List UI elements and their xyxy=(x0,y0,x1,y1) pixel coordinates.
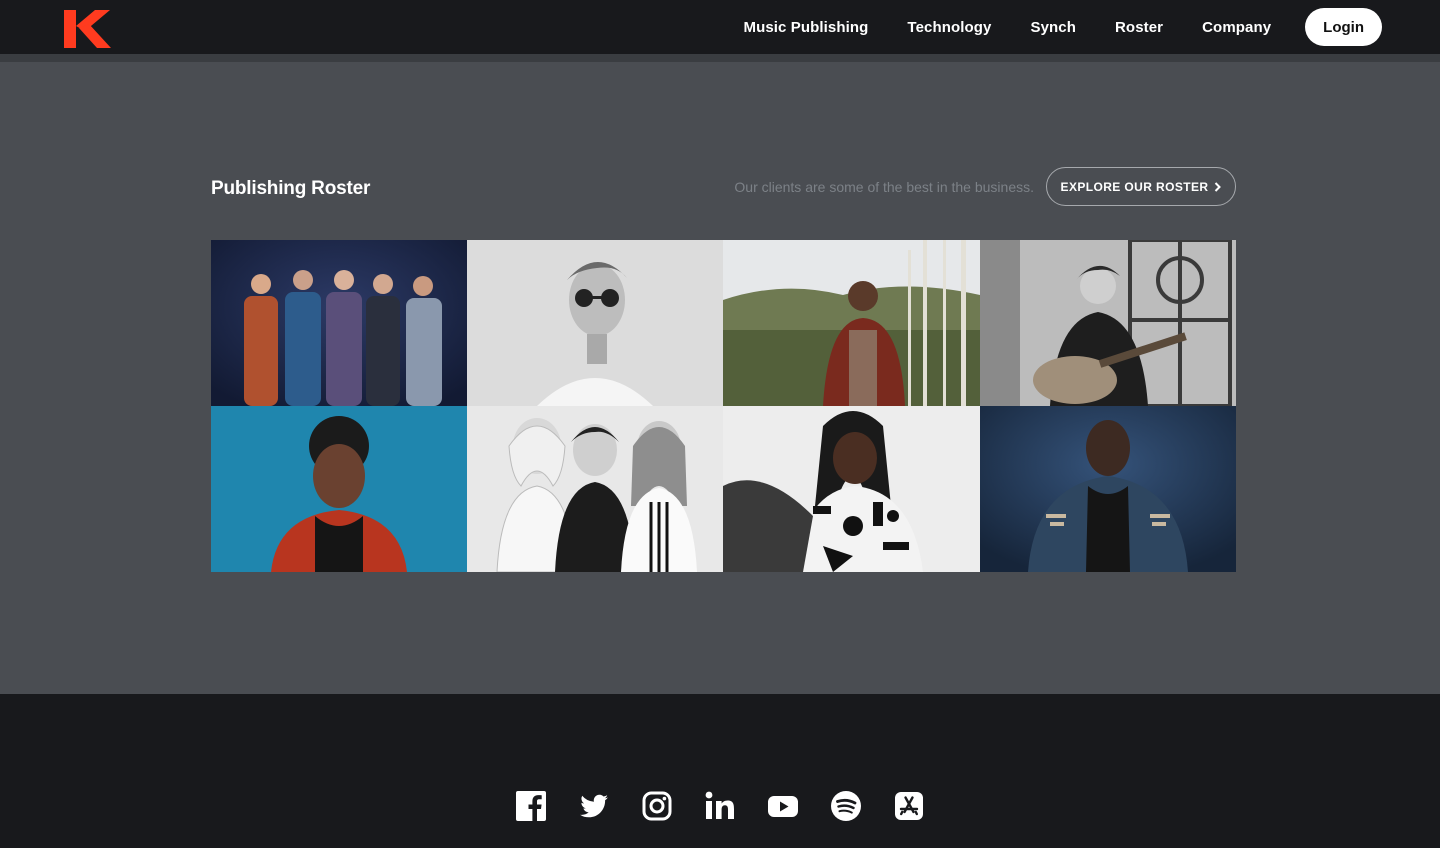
header-divider xyxy=(0,54,1440,62)
roster-photo-sunglasses-portrait[interactable] xyxy=(467,240,723,406)
roster-photo-band-group[interactable] xyxy=(211,240,467,406)
nav-synch[interactable]: Synch xyxy=(1030,19,1076,36)
roster-photo-patterned-dress-portrait[interactable] xyxy=(723,406,980,572)
roster-photo-denim-jacket-portrait[interactable] xyxy=(980,406,1236,572)
login-button[interactable]: Login xyxy=(1305,8,1382,46)
roster-photo-trio-portrait[interactable] xyxy=(467,406,723,572)
twitter-icon[interactable] xyxy=(578,790,610,822)
explore-roster-label: EXPLORE OUR ROSTER xyxy=(1060,179,1209,194)
app-store-icon[interactable] xyxy=(893,790,925,822)
roster-photo-grid xyxy=(211,240,1236,572)
nav-roster[interactable]: Roster xyxy=(1115,19,1163,36)
social-links xyxy=(515,790,925,822)
publishing-roster-section: Publishing Roster Our clients are some o… xyxy=(0,62,1440,694)
top-navigation-bar: Music Publishing Technology Synch Roster… xyxy=(0,0,1440,54)
footer xyxy=(0,694,1440,848)
linkedin-icon[interactable] xyxy=(704,790,736,822)
nav-music-publishing[interactable]: Music Publishing xyxy=(743,19,868,36)
roster-photo-forest-portrait[interactable] xyxy=(723,240,980,406)
section-title: Publishing Roster xyxy=(211,178,371,199)
roster-photo-blue-backdrop-portrait[interactable] xyxy=(211,406,467,572)
k-logo-icon[interactable] xyxy=(62,10,112,48)
nav-technology[interactable]: Technology xyxy=(907,19,991,36)
spotify-icon[interactable] xyxy=(830,790,862,822)
section-tagline: Our clients are some of the best in the … xyxy=(734,179,1034,195)
nav-company[interactable]: Company xyxy=(1202,19,1271,36)
roster-photo-guitarist-window[interactable] xyxy=(980,240,1236,406)
youtube-icon[interactable] xyxy=(767,790,799,822)
main-nav: Music Publishing Technology Synch Roster… xyxy=(743,0,1382,54)
instagram-icon[interactable] xyxy=(641,790,673,822)
explore-roster-button[interactable]: EXPLORE OUR ROSTER xyxy=(1046,167,1236,206)
facebook-icon[interactable] xyxy=(515,790,547,822)
chevron-right-icon xyxy=(1215,181,1222,192)
